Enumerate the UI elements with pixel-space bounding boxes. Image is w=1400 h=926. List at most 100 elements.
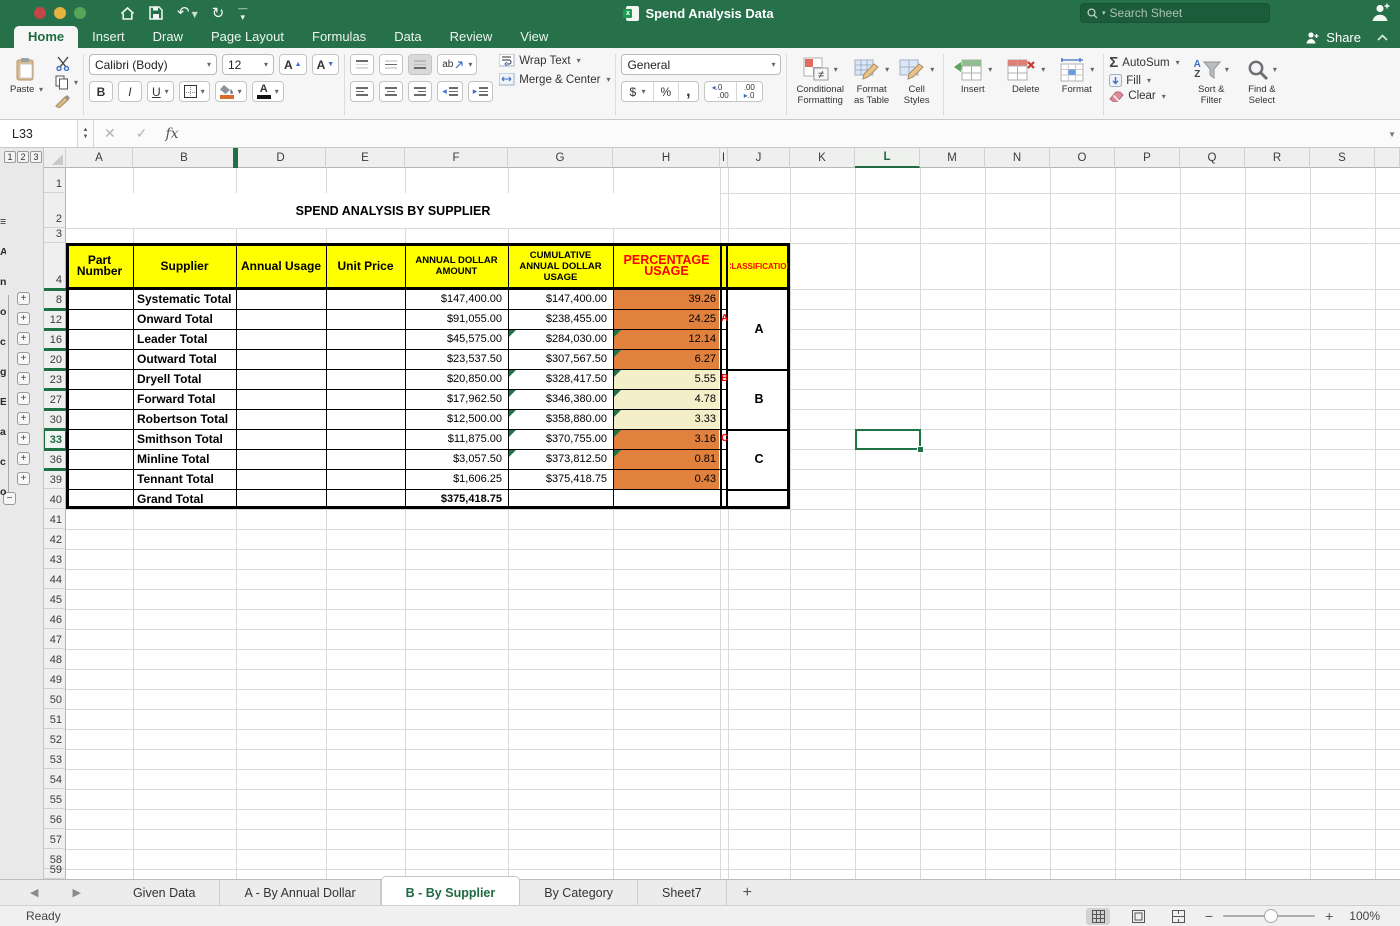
cell-cumulative-27[interactable]: $346,380.00 <box>508 389 607 409</box>
cell-percentage-20[interactable]: 6.27 <box>613 349 716 369</box>
expand-group-button-row-27[interactable]: + <box>17 392 30 405</box>
tab-page-layout[interactable]: Page Layout <box>197 26 298 48</box>
row-header-53[interactable]: 53 <box>44 749 66 769</box>
column-header-B[interactable]: B <box>133 148 236 168</box>
cell-cumulative-12[interactable]: $238,455.00 <box>508 309 607 329</box>
share-button[interactable]: Share <box>1326 30 1361 45</box>
wrap-text-button[interactable]: Wrap Text ▾ <box>499 54 610 67</box>
row-header-46[interactable]: 46 <box>44 609 66 629</box>
row-header-57[interactable]: 57 <box>44 829 66 849</box>
row-header-30[interactable]: 30 <box>44 409 66 429</box>
normal-view-button[interactable] <box>1086 907 1110 925</box>
tab-draw[interactable]: Draw <box>139 26 197 48</box>
outline-level-2-button[interactable]: 2 <box>17 151 29 163</box>
column-header-Q[interactable]: Q <box>1180 148 1245 168</box>
cell-percentage-16[interactable]: 12.14 <box>613 329 716 349</box>
sheet-title-cell[interactable]: SPEND ANALYSIS BY SUPPLIER <box>66 193 720 228</box>
home-icon[interactable] <box>120 6 135 21</box>
cell-classification-A[interactable]: A <box>728 289 790 369</box>
cell-grand-total-amount[interactable]: $375,418.75 <box>405 489 502 509</box>
sheet-tab-a-by-annual-dollar[interactable]: A - By Annual Dollar <box>220 880 381 905</box>
row-header-55[interactable]: 55 <box>44 789 66 809</box>
font-color-button[interactable]: A ▾ <box>251 81 284 102</box>
cell-cumulative-8[interactable]: $147,400.00 <box>508 289 607 309</box>
font-name-select[interactable]: Calibri (Body) ▾ <box>88 54 217 75</box>
align-top-button[interactable] <box>350 54 375 75</box>
cell-supplier-12[interactable]: Onward Total <box>137 309 234 329</box>
zoom-slider-knob[interactable] <box>1264 909 1279 923</box>
zoom-out-button[interactable]: − <box>1205 908 1213 924</box>
increase-indent-button[interactable]: ▸ <box>467 81 494 102</box>
cell-annual-dollar-30[interactable]: $12,500.00 <box>405 409 502 429</box>
outline-level-1-button[interactable]: 1 <box>4 151 16 163</box>
column-header-G[interactable]: G <box>508 148 613 168</box>
fill-button[interactable]: Fill ▾ <box>1109 74 1179 87</box>
row-header-4[interactable]: 4 <box>44 243 66 289</box>
paste-button[interactable]: Paste ▾ <box>6 54 47 117</box>
column-header-O[interactable]: O <box>1050 148 1115 168</box>
row-header-40[interactable]: 40 <box>44 489 66 509</box>
cell-supplier-36[interactable]: Minline Total <box>137 449 234 469</box>
decrease-indent-button[interactable]: ◂ <box>437 81 463 102</box>
cell-cumulative-16[interactable]: $284,030.00 <box>508 329 607 349</box>
expand-group-button-row-20[interactable]: + <box>17 352 30 365</box>
zoom-in-button[interactable]: + <box>1325 908 1333 924</box>
percent-format-button[interactable]: % <box>654 82 680 101</box>
row-header-27[interactable]: 27 <box>44 389 66 409</box>
column-header-H[interactable]: H <box>613 148 720 168</box>
expand-group-button-row-12[interactable]: + <box>17 312 30 325</box>
column-header-E[interactable]: E <box>326 148 405 168</box>
format-as-table-button[interactable]: ▾ Format as Table <box>850 54 893 117</box>
delete-cells-button[interactable]: ▾ Delete <box>1002 54 1049 117</box>
row-header-56[interactable]: 56 <box>44 809 66 829</box>
align-left-button[interactable] <box>350 81 375 102</box>
confirm-formula-icon[interactable]: ✓ <box>126 125 158 142</box>
column-header-F[interactable]: F <box>405 148 508 168</box>
cell-annual-dollar-12[interactable]: $91,055.00 <box>405 309 502 329</box>
customize-toolbar-icon[interactable]: — ▾ <box>238 4 247 22</box>
align-bottom-button[interactable] <box>408 54 433 75</box>
cell-styles-button[interactable]: ▾ Cell Styles <box>895 54 938 117</box>
row-header-45[interactable]: 45 <box>44 589 66 609</box>
spreadsheet-grid[interactable]: 1 2 3 A B D E F G H I J K L M N O P Q R S 1 2 3 4 8 12 16 20 23 27 30 33… <box>0 148 1400 879</box>
tab-data[interactable]: Data <box>380 26 435 48</box>
sort-filter-button[interactable]: A Z ▾ Sort & Filter <box>1190 54 1233 117</box>
cell-percentage-27[interactable]: 4.78 <box>613 389 716 409</box>
conditional-formatting-button[interactable]: ≠ ▾ Conditional Formatting <box>792 54 848 117</box>
sheet-tab-sheet7[interactable]: Sheet7 <box>638 880 727 905</box>
cell-annual-dollar-23[interactable]: $20,850.00 <box>405 369 502 389</box>
tab-insert[interactable]: Insert <box>78 26 139 48</box>
orientation-button[interactable]: ab ▾ <box>437 54 478 75</box>
expand-group-button-row-33[interactable]: + <box>17 432 30 445</box>
cell-supplier-39[interactable]: Tennant Total <box>137 469 234 489</box>
row-header-49[interactable]: 49 <box>44 669 66 689</box>
cell-annual-dollar-27[interactable]: $17,962.50 <box>405 389 502 409</box>
column-header-L[interactable]: L <box>855 148 920 168</box>
align-right-button[interactable] <box>408 81 433 102</box>
close-button[interactable] <box>34 7 46 19</box>
formula-input[interactable] <box>187 120 1400 147</box>
fill-color-button[interactable]: ▾ <box>214 81 247 102</box>
search-sheet-box[interactable]: ▾ Search Sheet <box>1080 3 1270 23</box>
row-header-42[interactable]: 42 <box>44 529 66 549</box>
row-header-41[interactable]: 41 <box>44 509 66 529</box>
font-size-select[interactable]: 12 ▾ <box>221 54 274 75</box>
expand-group-button-row-36[interactable]: + <box>17 452 30 465</box>
cell-supplier-30[interactable]: Robertson Total <box>137 409 234 429</box>
row-header-36[interactable]: 36 <box>44 449 66 469</box>
cell-annual-dollar-20[interactable]: $23,537.50 <box>405 349 502 369</box>
column-header-J[interactable]: J <box>728 148 790 168</box>
cell-supplier-8[interactable]: Systematic Total <box>137 289 234 309</box>
decrease-decimal-button[interactable]: .00 ▸.0 <box>737 82 762 101</box>
comma-format-button[interactable]: , <box>679 82 697 101</box>
cell-cumulative-36[interactable]: $373,812.50 <box>508 449 607 469</box>
column-header-A[interactable]: A <box>66 148 133 168</box>
tab-formulas[interactable]: Formulas <box>298 26 380 48</box>
minimize-button[interactable] <box>54 7 66 19</box>
cell-percentage-12[interactable]: 24.25 <box>613 309 716 329</box>
cell-annual-dollar-16[interactable]: $45,575.00 <box>405 329 502 349</box>
prev-sheet-arrow[interactable]: ◀ <box>30 886 38 899</box>
row-header-1[interactable]: 1 <box>44 168 66 193</box>
cell-classification-C[interactable]: C <box>728 429 790 489</box>
cell-annual-dollar-8[interactable]: $147,400.00 <box>405 289 502 309</box>
